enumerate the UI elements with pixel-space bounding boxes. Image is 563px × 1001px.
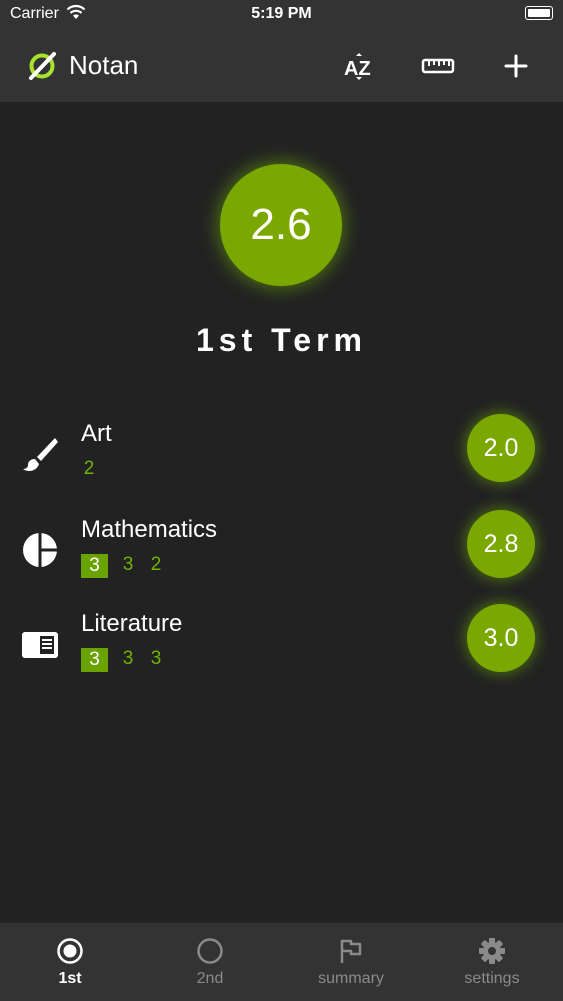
grade: 3 [122,648,134,669]
ruler-button[interactable] [420,50,456,82]
tab-label: summary [318,970,384,987]
battery-icon [525,6,553,20]
subject-name: Literature [81,610,183,637]
subject-name: Art [81,420,112,447]
term-title: 1st Term [195,322,367,358]
subject-row-mathematics[interactable]: Mathematics 3 3 2 2.8 [0,510,563,590]
tab-2nd[interactable]: 2nd [140,923,280,1001]
tab-settings[interactable]: settings [422,923,562,1001]
gear-icon [478,937,506,965]
grade: 3 [150,648,162,669]
status-bar: Carrier 5:19 PM [0,0,563,30]
svg-text:AZ: AZ [344,58,371,80]
add-button[interactable] [498,50,534,82]
sort-az-icon: AZ [344,53,371,80]
tab-label: settings [464,970,520,987]
subject-name: Mathematics [81,516,218,543]
subject-average-badge: 3.0 [467,604,535,672]
subject-row-art[interactable]: Art 2 2.0 [0,414,563,494]
subject-average-badge: 2.8 [467,510,535,578]
pie-chart-icon [20,530,60,570]
grade-list: 3 3 2 [81,554,164,578]
circle-icon [196,937,224,965]
flag-icon [337,937,365,965]
grade: 2 [83,458,95,479]
sort-az-button[interactable]: AZ [341,50,377,82]
grade: 2 [150,554,162,575]
subject-average-badge: 2.0 [467,414,535,482]
grade-latest: 3 [81,648,108,672]
grade-list: 2 [81,458,97,480]
grade: 3 [122,554,134,575]
subject-row-literature[interactable]: Literature 3 3 3 3.0 [0,604,563,684]
tab-label: 2nd [196,970,224,987]
book-icon [20,624,60,664]
tab-summary[interactable]: summary [281,923,421,1001]
grade-latest: 3 [81,554,108,578]
ruler-icon [421,58,455,74]
grade-list: 3 3 3 [81,648,164,672]
navigation-bar: Notan AZ [0,30,563,102]
plus-icon [504,54,528,78]
brush-icon [20,434,60,474]
term-average-badge: 2.6 [220,164,342,286]
tab-bar: 1st 2nd summary settings [0,922,563,1001]
tab-1st[interactable]: 1st [0,923,140,1001]
app-title: Notan [69,50,139,80]
clock: 5:19 PM [251,5,312,22]
circle-dot-icon [56,937,84,965]
tab-label: 1st [58,970,82,987]
empty-set-logo-icon [26,50,58,87]
